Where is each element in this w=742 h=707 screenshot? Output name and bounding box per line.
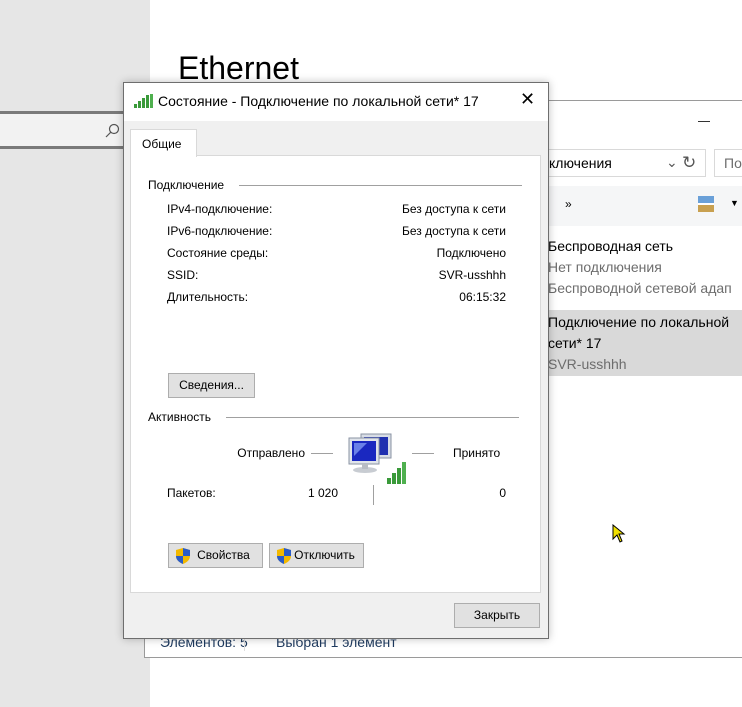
close-button[interactable]: Закрыть (454, 603, 540, 628)
item-status: Нет подключения (548, 259, 662, 275)
tab-general[interactable]: Общие (130, 129, 197, 157)
status-dialog: Состояние - Подключение по локальной сет… (123, 82, 549, 639)
packets-received-value: 0 (499, 486, 506, 500)
item-name-cont: сети* 17 (548, 335, 602, 351)
media-state-value: Подключено (436, 246, 506, 260)
search-placeholder: По (724, 155, 742, 171)
command-bar: » ▼ (548, 186, 742, 226)
caret-down-icon[interactable]: ▼ (730, 198, 739, 208)
view-options-icon[interactable] (698, 196, 714, 212)
duration-value: 06:15:32 (459, 290, 506, 304)
connection-heading: Подключение (148, 178, 225, 192)
settings-search-input[interactable] (0, 111, 124, 149)
explorer-search-input[interactable]: По (714, 149, 742, 177)
dialog-title: Состояние - Подключение по локальной сет… (158, 93, 479, 109)
address-text: ключения (549, 155, 612, 171)
dialog-titlebar[interactable]: Состояние - Подключение по локальной сет… (124, 83, 548, 121)
media-state-label: Состояние среды: (167, 246, 269, 260)
item-status: SVR-usshhh (548, 356, 627, 372)
packets-sent-value: 1 020 (307, 486, 338, 500)
duration-label: Длительность: (167, 290, 249, 304)
shield-icon (176, 548, 190, 564)
address-bar[interactable]: ключения ⌄ ↻ (548, 149, 706, 177)
tab-panel: Подключение IPv4-подключение: Без доступ… (130, 155, 541, 593)
item-name: Подключение по локальной (548, 314, 730, 330)
disable-button[interactable]: Отключить (269, 543, 364, 568)
disable-label: Отключить (294, 548, 355, 562)
ipv6-value: Без доступа к сети (402, 224, 506, 238)
item-name: Беспроводная сеть (548, 238, 674, 254)
details-button[interactable]: Сведения... (168, 373, 255, 398)
search-icon (105, 123, 120, 138)
more-commands-button[interactable]: » (565, 197, 572, 211)
shield-icon (277, 548, 291, 564)
close-icon[interactable]: ✕ (520, 89, 535, 110)
ipv4-value: Без доступа к сети (402, 202, 506, 216)
ssid-value: SVR-usshhh (438, 268, 506, 282)
chevron-down-icon[interactable]: ⌄ (666, 154, 678, 171)
mouse-cursor-icon (612, 524, 626, 543)
item-device: Беспроводной сетевой адап (548, 280, 732, 296)
signal-icon (134, 94, 153, 108)
properties-label: Свойства (197, 548, 250, 562)
ssid-label: SSID: (167, 268, 199, 282)
refresh-icon[interactable]: ↻ (682, 153, 696, 173)
received-label: Принято (453, 446, 501, 460)
packets-label: Пакетов: (167, 486, 216, 500)
list-item[interactable]: Беспроводная сеть Нет подключения Беспро… (548, 236, 732, 299)
sent-label: Отправлено (237, 446, 305, 460)
ipv6-label: IPv6-подключение: (167, 224, 273, 238)
properties-button[interactable]: Свойства (168, 543, 263, 568)
list-item-selected[interactable]: Подключение по локальной сети* 17 SVR-us… (548, 310, 742, 376)
activity-heading: Активность (148, 410, 212, 424)
ipv4-label: IPv4-подключение: (167, 202, 273, 216)
minimize-button[interactable] (698, 121, 710, 122)
network-computers-icon (348, 433, 406, 484)
